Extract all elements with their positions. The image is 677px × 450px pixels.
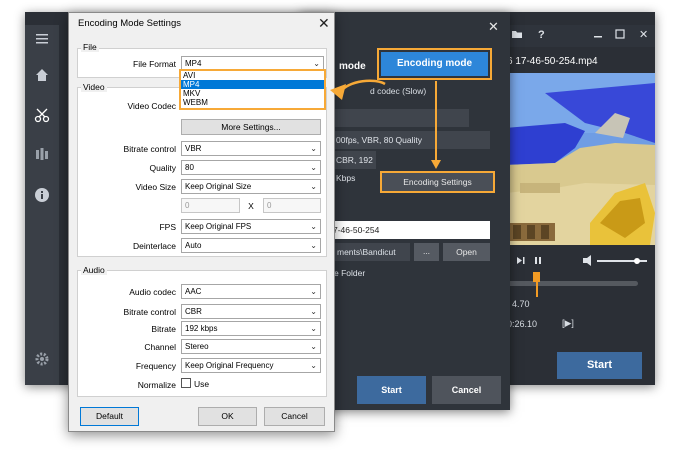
annotation-arrows xyxy=(330,79,441,169)
down-arrow-head xyxy=(431,160,441,169)
curved-arrow-head xyxy=(330,84,346,100)
curved-arrow xyxy=(339,79,386,93)
